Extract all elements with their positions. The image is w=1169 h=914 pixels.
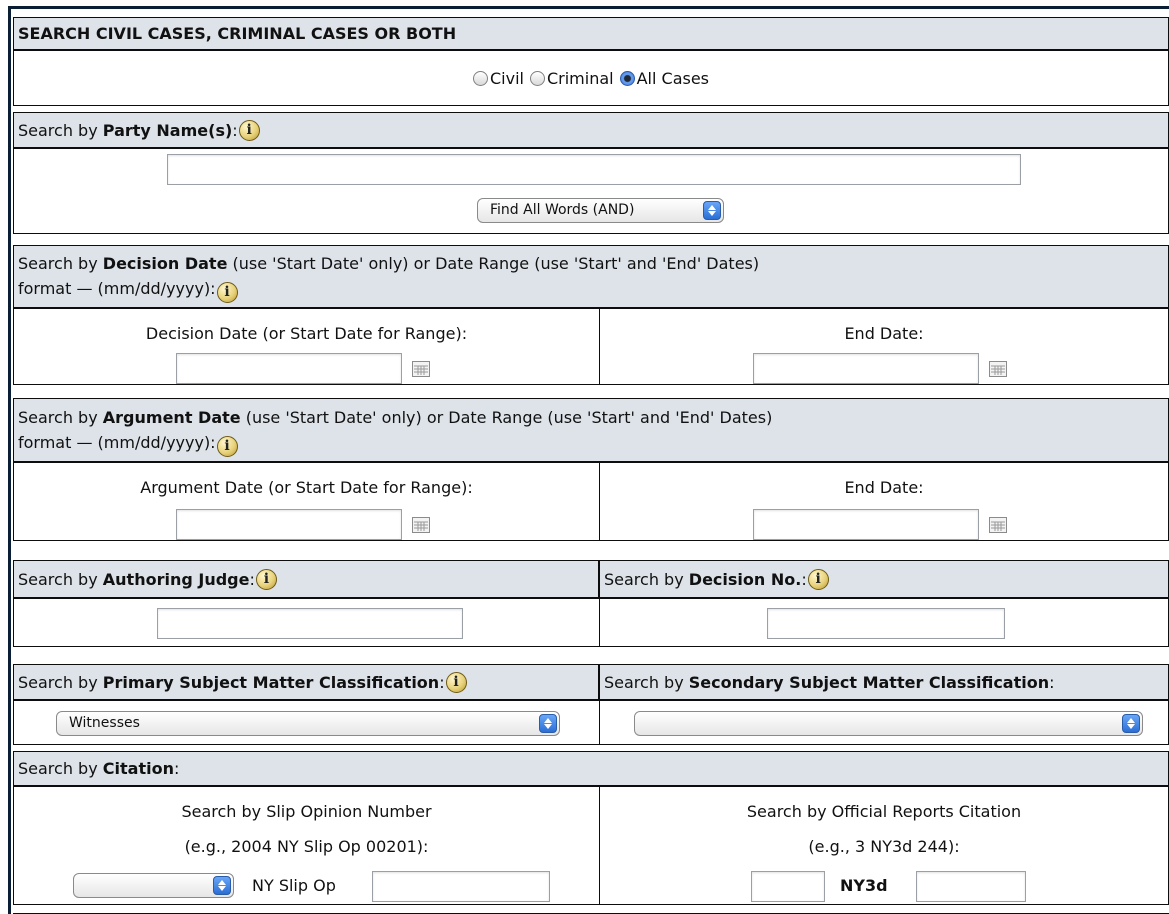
argument-start-label: Argument Date (or Start Date for Range): (140, 478, 473, 497)
party-name-mode-value: Find All Words (AND) (490, 202, 635, 218)
subject-header-row: Search by Primary Subject Matter Classif… (13, 664, 1169, 700)
primary-subject-cell: Witnesses (14, 701, 600, 744)
party-name-header: Search by Party Name(s): i (13, 112, 1169, 148)
decision-date-title: Decision Date (102, 254, 228, 273)
primary-subject-title: Primary Subject Matter Classification (102, 672, 440, 692)
radio-criminal[interactable]: Criminal (529, 68, 614, 88)
radio-criminal-label: Criminal (546, 68, 614, 88)
search-form-frame: SEARCH CIVIL CASES, CRIMINAL CASES OR BO… (8, 6, 1169, 914)
secondary-subject-prefix: Search by (604, 672, 684, 692)
select-arrows-icon (213, 876, 231, 895)
decision-start-input[interactable] (176, 353, 402, 384)
radio-all-cases-button[interactable] (619, 70, 635, 86)
info-icon[interactable]: i (807, 568, 829, 590)
decision-no-input[interactable] (767, 608, 1005, 639)
primary-subject-prefix: Search by (18, 672, 98, 692)
party-name-prefix: Search by (18, 120, 98, 140)
decision-start-cell: Decision Date (or Start Date for Range): (14, 309, 600, 384)
primary-subject-select[interactable]: Witnesses (56, 711, 560, 736)
info-icon[interactable]: i (445, 671, 467, 693)
argument-date-row: Argument Date (or Start Date for Range):… (13, 462, 1169, 541)
citation-title: Citation (102, 759, 174, 778)
primary-subject-header: Search by Primary Subject Matter Classif… (13, 664, 599, 700)
secondary-subject-title: Secondary Subject Matter Classification (688, 672, 1050, 692)
slip-opinion-suffix: NY Slip Op (252, 876, 336, 895)
judge-prefix: Search by (18, 569, 98, 589)
decision-no-header: Search by Decision No.: i (599, 560, 1169, 598)
judge-input[interactable] (157, 608, 463, 639)
select-arrows-icon (539, 714, 557, 733)
info-icon[interactable]: i (238, 119, 260, 141)
info-icon[interactable]: i (216, 282, 238, 303)
argument-date-title: Argument Date (102, 408, 241, 427)
secondary-subject-header: Search by Secondary Subject Matter Class… (599, 664, 1169, 700)
radio-all-cases[interactable]: All Cases (619, 68, 710, 88)
slip-opinion-label: Search by Slip Opinion Number (181, 802, 432, 821)
decision-date-prefix: Search by (18, 254, 98, 273)
radio-civil[interactable]: Civil (472, 68, 524, 88)
select-arrows-icon (703, 201, 721, 220)
party-name-input[interactable] (167, 154, 1021, 185)
judge-decision-header-row: Search by Authoring Judge: i Search by De… (13, 560, 1169, 598)
official-citation-example: (e.g., 3 NY3d 244): (808, 837, 960, 856)
argument-end-label: End Date: (844, 478, 924, 497)
decision-date-format: format — (mm/dd/yyyy): (18, 279, 216, 298)
slip-opinion-year-select[interactable] (73, 873, 234, 898)
argument-start-input[interactable] (176, 509, 402, 540)
primary-subject-value: Witnesses (69, 715, 140, 731)
citation-row: Search by Slip Opinion Number (e.g., 200… (13, 786, 1169, 905)
decision-end-label: End Date: (844, 324, 924, 343)
calendar-icon[interactable] (989, 517, 1007, 533)
judge-cell (14, 599, 600, 646)
search-type-row: Civil Criminal All Cases (13, 50, 1169, 106)
decision-date-row: Decision Date (or Start Date for Range):… (13, 308, 1169, 385)
official-citation-cell: Search by Official Reports Citation (e.g… (600, 787, 1168, 904)
slip-opinion-example: (e.g., 2004 NY Slip Op 00201): (184, 837, 429, 856)
select-arrows-icon (1122, 714, 1140, 733)
slip-opinion-cell: Search by Slip Opinion Number (e.g., 200… (14, 787, 600, 904)
calendar-icon[interactable] (989, 361, 1007, 377)
party-name-mode-select[interactable]: Find All Words (AND) (477, 198, 724, 223)
calendar-icon[interactable] (412, 517, 430, 533)
decision-no-title: Decision No. (688, 569, 802, 589)
official-page-input[interactable] (916, 871, 1026, 902)
search-type-title: SEARCH CIVIL CASES, CRIMINAL CASES OR BO… (18, 24, 457, 43)
party-name-row: Find All Words (AND) (13, 148, 1169, 234)
decision-end-cell: End Date: (600, 309, 1168, 384)
info-icon[interactable]: i (216, 436, 238, 457)
info-icon[interactable]: i (255, 568, 277, 590)
decision-date-desc: (use 'Start Date' only) or Date Range (u… (232, 254, 760, 273)
argument-date-format: format — (mm/dd/yyyy): (18, 433, 216, 452)
official-volume-input[interactable] (751, 871, 825, 902)
subject-row: Witnesses (13, 700, 1169, 745)
decision-no-prefix: Search by (604, 569, 684, 589)
citation-prefix: Search by (18, 759, 98, 778)
decision-date-header: Search by Decision Date (use 'Start Date… (13, 245, 1169, 308)
argument-date-header: Search by Argument Date (use 'Start Date… (13, 398, 1169, 462)
decision-end-input[interactable] (753, 353, 979, 384)
secondary-subject-select[interactable] (634, 711, 1143, 736)
secondary-subject-cell (600, 701, 1168, 744)
radio-civil-label: Civil (489, 68, 524, 88)
argument-end-cell: End Date: (600, 463, 1168, 540)
citation-header: Search by Citation: (13, 751, 1169, 786)
decision-no-cell (600, 599, 1168, 646)
argument-end-input[interactable] (753, 509, 979, 540)
radio-criminal-button[interactable] (529, 70, 545, 86)
argument-date-desc: (use 'Start Date' only) or Date Range (u… (245, 408, 773, 427)
official-citation-label: Search by Official Reports Citation (746, 802, 1022, 821)
argument-start-cell: Argument Date (or Start Date for Range): (14, 463, 600, 540)
judge-header: Search by Authoring Judge: i (13, 560, 599, 598)
search-type-header: SEARCH CIVIL CASES, CRIMINAL CASES OR BO… (13, 17, 1169, 50)
argument-date-prefix: Search by (18, 408, 98, 427)
judge-decision-row (13, 598, 1169, 647)
radio-civil-button[interactable] (472, 70, 488, 86)
decision-start-label: Decision Date (or Start Date for Range): (145, 324, 468, 343)
calendar-icon[interactable] (412, 361, 430, 377)
judge-title: Authoring Judge (102, 569, 250, 589)
radio-all-cases-label: All Cases (636, 68, 710, 88)
official-reporter-label: NY3d (840, 876, 888, 895)
slip-opinion-number-input[interactable] (372, 871, 550, 902)
party-name-title: Party Name(s) (102, 120, 233, 140)
